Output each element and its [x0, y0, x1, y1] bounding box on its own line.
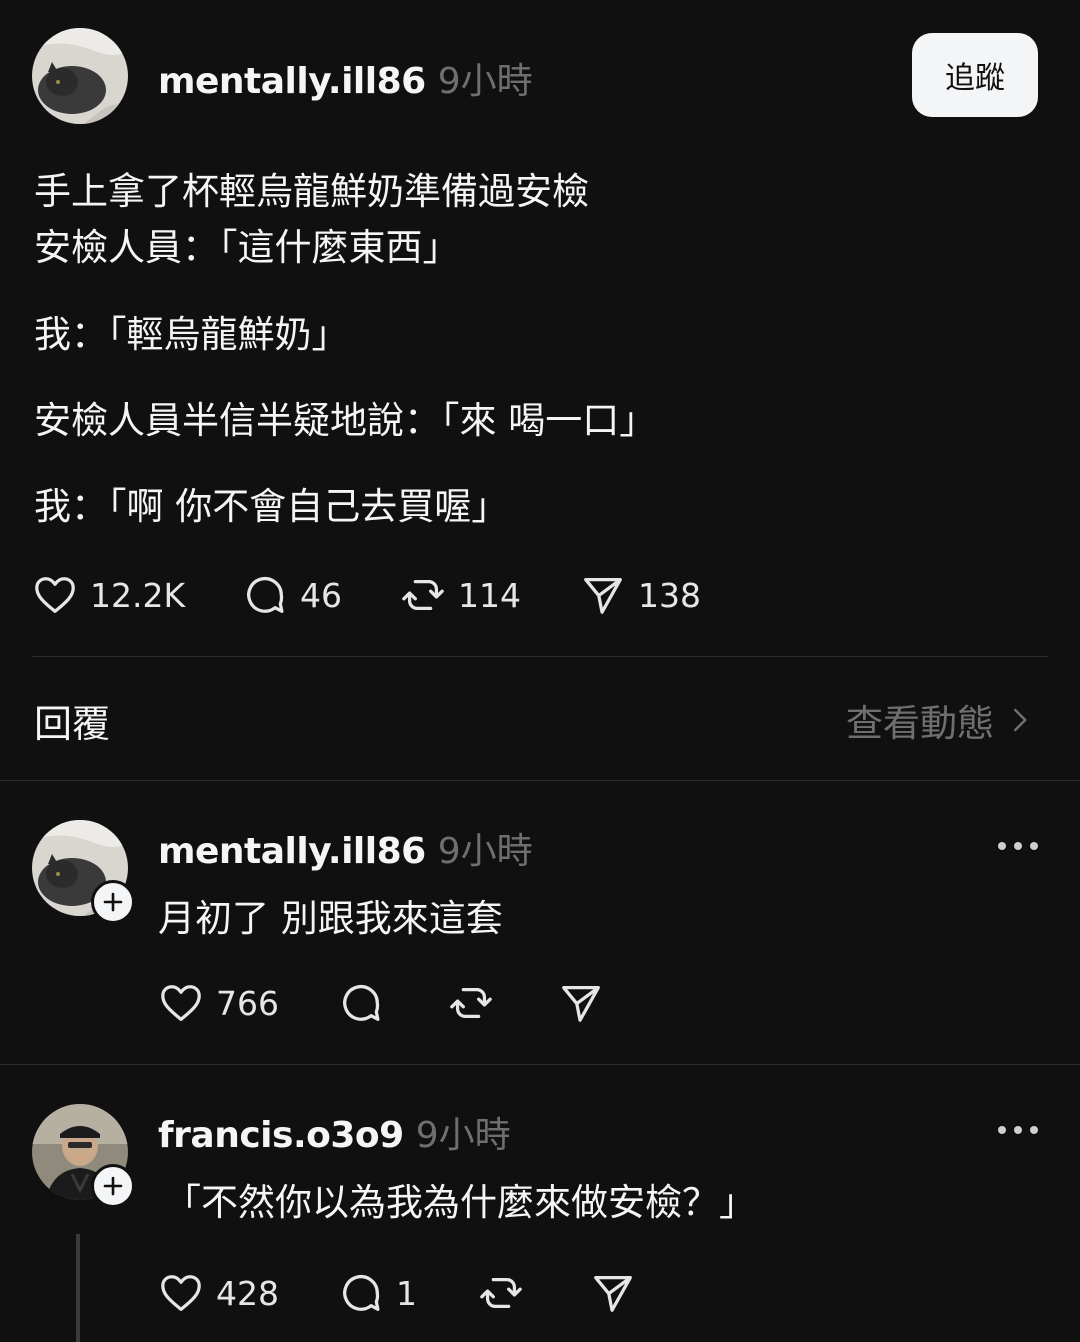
post-line: 手上拿了杯輕烏龍鮮奶準備過安檢 — [34, 170, 589, 213]
share-icon — [562, 986, 600, 1022]
post-body: 我：「啊 你不會自己去買喔」 — [34, 479, 1044, 535]
comment-count: 1 — [396, 1273, 417, 1313]
plus-icon — [103, 1176, 123, 1196]
post-line: 我：「輕烏龍鮮奶」 — [34, 313, 349, 356]
post-author-username[interactable]: mentally.ill86 — [158, 61, 426, 102]
comment-icon — [247, 577, 284, 613]
repost-button[interactable] — [448, 980, 494, 1026]
replies-title[interactable]: 回覆 — [34, 693, 110, 748]
follow-plus-button[interactable] — [91, 880, 135, 924]
post-author-avatar[interactable] — [32, 28, 128, 124]
heart-icon — [161, 985, 201, 1021]
share-icon — [594, 1276, 632, 1312]
post-line: 安檢人員半信半疑地說：「來 喝一口」 — [34, 399, 657, 442]
reply-author-username[interactable]: mentally.ill86 — [158, 831, 426, 872]
like-count: 428 — [216, 1273, 279, 1313]
more-options-button[interactable] — [992, 1120, 1044, 1140]
divider — [0, 1064, 1080, 1065]
heart-icon — [35, 577, 75, 613]
heart-icon — [161, 1275, 201, 1311]
post-body: 手上拿了杯輕烏龍鮮奶準備過安檢 安檢人員：「這什麼東西」 — [34, 164, 1044, 276]
reply-author-username[interactable]: francis.o3o9 — [158, 1115, 404, 1156]
thread-line — [76, 1234, 80, 1342]
like-button[interactable]: 766 — [158, 980, 279, 1026]
more-icon-dot — [1014, 842, 1022, 850]
divider — [0, 780, 1080, 781]
post-line: 安檢人員：「這什麼東西」 — [34, 226, 460, 269]
follow-button[interactable]: 追蹤 — [912, 33, 1038, 117]
reply-timestamp: 9小時 — [415, 1115, 511, 1156]
like-count: 12.2K — [90, 575, 186, 615]
comment-button[interactable] — [338, 980, 384, 1026]
repost-count: 114 — [458, 575, 521, 615]
comment-button[interactable]: 46 — [242, 572, 342, 618]
chevron-right-icon — [1014, 708, 1027, 732]
replies-header: 回覆 查看動態 — [34, 690, 1034, 750]
share-count: 138 — [638, 575, 701, 615]
comment-button[interactable]: 1 — [338, 1270, 417, 1316]
comment-icon — [343, 1275, 380, 1311]
reply-text: 月初了 別跟我來這套 — [158, 897, 503, 940]
post-timestamp: 9小時 — [437, 61, 533, 102]
more-icon — [998, 1126, 1006, 1134]
share-icon — [584, 578, 622, 614]
plus-icon — [103, 892, 123, 912]
like-button[interactable]: 428 — [158, 1270, 279, 1316]
like-button[interactable]: 12.2K — [32, 572, 185, 618]
view-activity-link[interactable]: 查看動態 — [846, 693, 1034, 747]
reply-text: 「不然你以為我為什麼來做安檢？」 — [164, 1181, 756, 1224]
more-icon-dot — [1014, 1126, 1022, 1134]
repost-icon — [480, 1277, 522, 1309]
repost-icon — [402, 579, 444, 611]
reply-timestamp: 9小時 — [437, 831, 533, 872]
repost-button[interactable] — [478, 1270, 524, 1316]
share-button[interactable] — [558, 980, 604, 1026]
comment-icon — [343, 985, 380, 1021]
like-count: 766 — [216, 983, 279, 1023]
cat-avatar-image — [32, 28, 128, 124]
follow-plus-button[interactable] — [91, 1164, 135, 1208]
share-button[interactable] — [590, 1270, 636, 1316]
post-body: 我：「輕烏龍鮮奶」 — [34, 307, 1044, 363]
share-button[interactable]: 138 — [580, 572, 701, 618]
post-body: 安檢人員半信半疑地說：「來 喝一口」 — [34, 393, 1044, 449]
post-line: 我：「啊 你不會自己去買喔」 — [34, 485, 509, 528]
view-activity-label: 查看動態 — [846, 702, 994, 745]
more-icon-dot — [1030, 1126, 1038, 1134]
repost-button[interactable]: 114 — [400, 572, 521, 618]
more-options-button[interactable] — [992, 836, 1044, 856]
repost-icon — [450, 987, 492, 1019]
more-icon-dot — [1030, 842, 1038, 850]
comment-count: 46 — [300, 575, 342, 615]
more-icon — [998, 842, 1006, 850]
divider — [32, 656, 1048, 657]
